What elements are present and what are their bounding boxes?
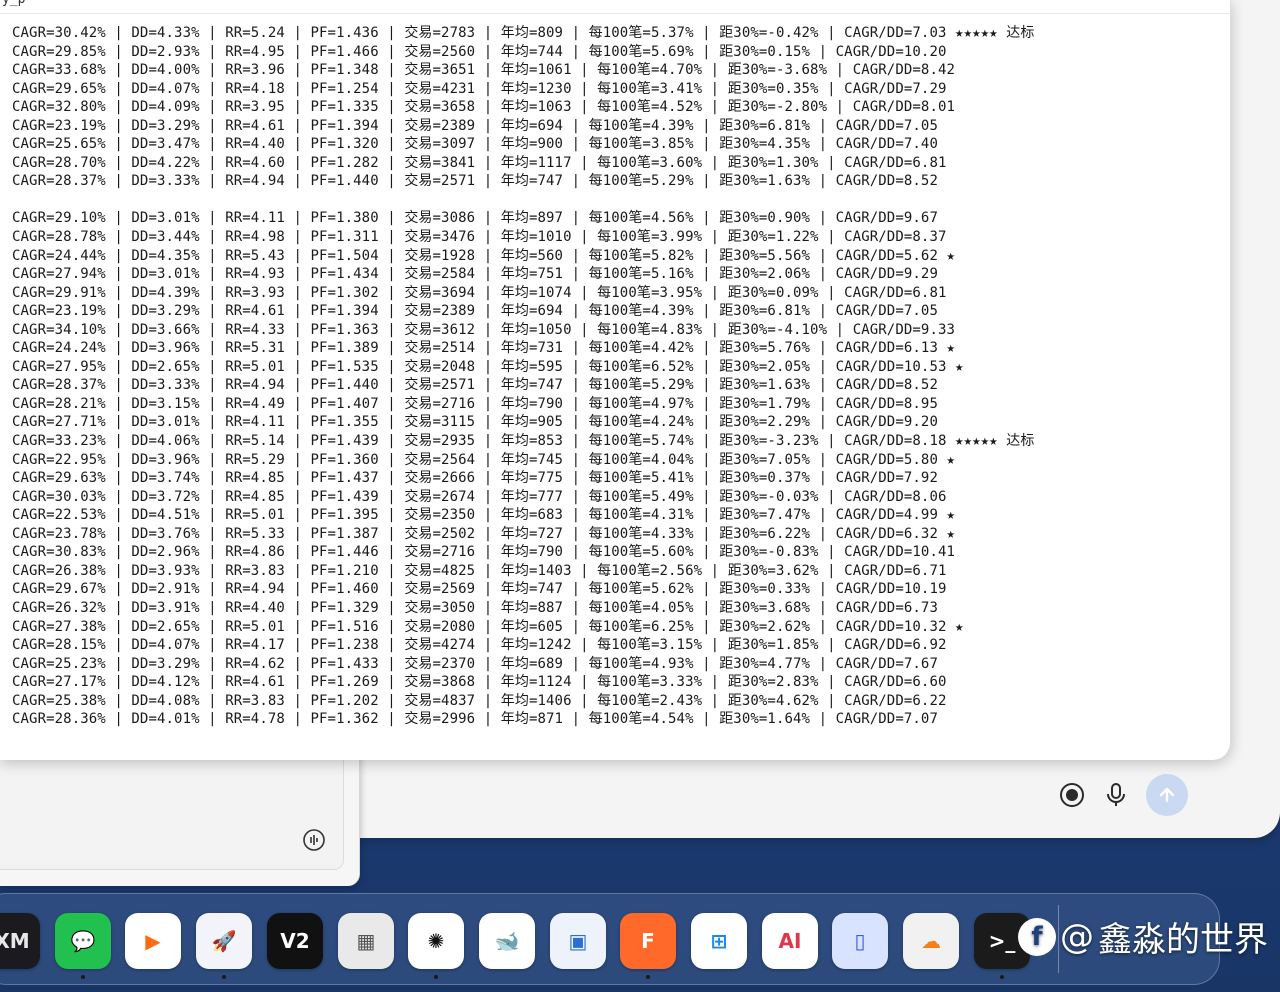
chat-input-actions [1040, 770, 1220, 820]
result-line: CAGR=29.63% | DD=3.74% | RR=4.85 | PF=1.… [12, 470, 938, 487]
running-indicator [646, 975, 650, 979]
result-line: CAGR=27.94% | DD=3.01% | RR=4.93 | PF=1.… [12, 266, 938, 283]
dock-app-cloudflare[interactable]: ☁ [903, 913, 959, 969]
dock-app-screen-capture[interactable]: ▣ [550, 913, 606, 969]
dock-app-v2box[interactable]: V2 [267, 913, 323, 969]
result-line: CAGR=28.36% | DD=4.01% | RR=4.78 | PF=1.… [12, 711, 938, 728]
result-line: CAGR=28.21% | DD=3.15% | RR=4.49 | PF=1.… [12, 395, 938, 412]
result-line: CAGR=34.10% | DD=3.66% | RR=4.33 | PF=1.… [12, 321, 956, 338]
result-line: CAGR=29.91% | DD=4.39% | RR=3.93 | PF=1.… [12, 284, 947, 301]
result-line: CAGR=23.78% | DD=3.76% | RR=5.33 | PF=1.… [12, 525, 956, 542]
result-line: CAGR=24.24% | DD=3.96% | RR=5.31 | PF=1.… [12, 340, 956, 357]
record-icon[interactable] [1058, 781, 1086, 809]
result-line: CAGR=30.42% | DD=4.33% | RR=5.24 | PF=1.… [12, 25, 1035, 41]
output-header-text: y_p [2, 0, 25, 7]
result-line: CAGR=26.38% | DD=3.93% | RR=3.83 | PF=1.… [12, 562, 947, 579]
dock-app-chatgpt[interactable]: ✺ [408, 913, 464, 969]
backtest-results-list: CAGR=30.42% | DD=4.33% | RR=5.24 | PF=1.… [12, 24, 1034, 729]
result-line: CAGR=22.53% | DD=4.51% | RR=5.01 | PF=1.… [12, 507, 956, 524]
result-line: CAGR=23.19% | DD=3.29% | RR=4.61 | PF=1.… [12, 117, 938, 134]
result-line: CAGR=25.23% | DD=3.29% | RR=4.62 | PF=1.… [12, 655, 938, 672]
result-line: CAGR=28.37% | DD=3.33% | RR=4.94 | PF=1.… [12, 377, 938, 394]
dock-app-wechat[interactable]: 💬 [55, 913, 111, 969]
result-line: CAGR=28.37% | DD=3.33% | RR=4.94 | PF=1.… [12, 173, 938, 190]
result-line: CAGR=32.80% | DD=4.09% | RR=3.95 | PF=1.… [12, 99, 956, 116]
watermark-text: 鑫淼的世界 [1098, 920, 1268, 960]
terminal-output-panel: y_p CAGR=30.42% | DD=4.33% | RR=5.24 | P… [0, 0, 1231, 760]
running-indicator [81, 975, 85, 979]
result-line: CAGR=27.71% | DD=3.01% | RR=4.11 | PF=1.… [12, 414, 938, 431]
running-indicator [222, 975, 226, 979]
running-indicator [1000, 975, 1004, 979]
microphone-icon[interactable] [1102, 781, 1130, 809]
output-header-strip: y_p [0, 0, 1231, 14]
result-line: CAGR=26.32% | DD=3.91% | RR=4.40 | PF=1.… [12, 599, 938, 616]
send-button[interactable] [1146, 774, 1188, 816]
running-indicator [434, 975, 438, 979]
watermark-at: @ [1060, 916, 1094, 957]
result-line: CAGR=24.44% | DD=4.35% | RR=5.43 | PF=1.… [12, 247, 956, 264]
result-line: CAGR=30.03% | DD=3.72% | RR=4.85 | PF=1.… [12, 488, 947, 505]
result-line: CAGR=25.38% | DD=4.08% | RR=3.83 | PF=1.… [12, 692, 947, 709]
dock-app-deepseek[interactable]: 🐋 [479, 913, 535, 969]
dock-app-package-box[interactable]: ▦ [338, 913, 394, 969]
result-line: CAGR=29.85% | DD=2.93% | RR=4.95 | PF=1.… [12, 43, 947, 60]
result-line: CAGR=29.67% | DD=2.91% | RR=4.94 | PF=1.… [12, 581, 947, 598]
result-line: CAGR=29.10% | DD=3.01% | RR=4.11 | PF=1.… [12, 210, 938, 227]
result-line: CAGR=33.23% | DD=4.06% | RR=5.14 | PF=1.… [12, 433, 1035, 450]
result-line: CAGR=27.17% | DD=4.12% | RR=4.61 | PF=1.… [12, 674, 947, 691]
watermark: f @ 鑫淼的世界 [1018, 912, 1268, 961]
result-line: CAGR=28.70% | DD=4.22% | RR=4.60 | PF=1.… [12, 154, 947, 171]
dock-app-feishu-f[interactable]: F [620, 913, 676, 969]
result-line: CAGR=25.65% | DD=3.47% | RR=4.40 | PF=1.… [12, 136, 938, 153]
result-line: CAGR=23.19% | DD=3.29% | RR=4.61 | PF=1.… [12, 303, 938, 320]
result-line: CAGR=28.15% | DD=4.07% | RR=4.17 | PF=1.… [12, 637, 947, 654]
dock-app-windows-app[interactable]: ⊞ [691, 913, 747, 969]
result-line: CAGR=22.95% | DD=3.96% | RR=5.29 | PF=1.… [12, 451, 956, 468]
result-line: CAGR=27.95% | DD=2.65% | RR=5.01 | PF=1.… [12, 358, 964, 375]
result-line: CAGR=28.78% | DD=3.44% | RR=4.98 | PF=1.… [12, 229, 947, 246]
dock-app-infuse-player[interactable]: ▶ [125, 913, 181, 969]
dock-app-iphone-mirror[interactable]: ▯ [832, 913, 888, 969]
result-line: CAGR=27.38% | DD=2.65% | RR=5.01 | PF=1.… [12, 618, 964, 635]
watermark-logo: f [1018, 917, 1056, 956]
arrow-up-icon [1159, 787, 1175, 803]
dock-app-xm[interactable]: XM [0, 913, 40, 969]
dock-app-ai-terminal[interactable]: AI [762, 913, 818, 969]
result-line: CAGR=30.83% | DD=2.96% | RR=4.86 | PF=1.… [12, 544, 956, 561]
secondary-window [0, 740, 360, 886]
result-line: CAGR=29.65% | DD=4.07% | RR=4.18 | PF=1.… [12, 80, 947, 97]
result-line: CAGR=33.68% | DD=4.00% | RR=3.96 | PF=1.… [12, 62, 956, 79]
dock-app-rocket[interactable]: 🚀 [196, 913, 252, 969]
audio-wave-icon[interactable] [302, 828, 326, 852]
